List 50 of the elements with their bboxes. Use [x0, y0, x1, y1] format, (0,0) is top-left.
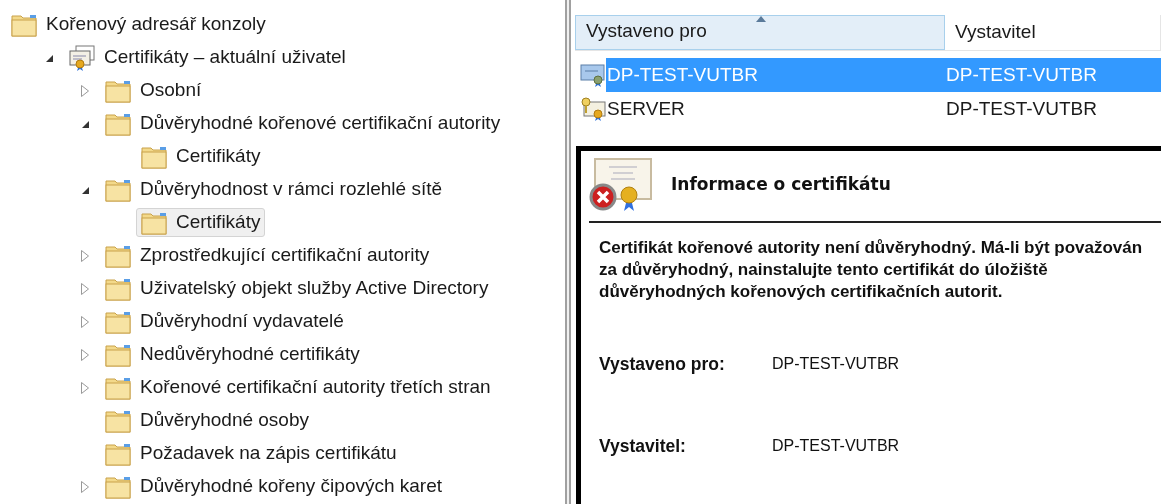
tree-item[interactable]: Důvěryhodné kořenové certifikační autority: [100, 109, 506, 138]
tree-item[interactable]: Důvěryhodní vydavatelé: [100, 307, 349, 336]
certificate-icon: [68, 43, 96, 72]
untrusted-certificate-icon: [589, 157, 653, 213]
expand-arrow-icon[interactable]: [80, 347, 90, 362]
tree-item[interactable]: Certifikáty – aktuální uživatel: [64, 43, 351, 72]
folder-icon: [104, 177, 132, 202]
folder-icon: [10, 12, 38, 37]
tree-item[interactable]: Nedůvěryhodné certifikáty: [100, 340, 365, 369]
folder-icon: [104, 243, 132, 268]
list-row[interactable]: SERVER DP-TEST-VUTBR: [606, 92, 1161, 126]
folder-icon: [104, 408, 132, 433]
folder-icon: [104, 342, 132, 367]
field-value: DP-TEST-VUTBR: [772, 436, 900, 457]
field-label: Vystaveno pro:: [599, 353, 726, 376]
expand-arrow-icon[interactable]: [80, 83, 90, 98]
tree-item[interactable]: Požadavek na zápis certifikátu: [100, 439, 402, 468]
expand-arrow-icon[interactable]: [80, 479, 90, 494]
panel-title: Informace o certifikátu: [671, 173, 891, 197]
folder-icon: [140, 210, 168, 235]
tree-item[interactable]: Kořenové certifikační autority třetích stran: [100, 373, 496, 402]
tree-item[interactable]: Důvěryhodné osoby: [100, 406, 314, 435]
tree-item[interactable]: Zprostředkující certifikační autority: [100, 241, 435, 270]
folder-icon: [104, 375, 132, 400]
column-header[interactable]: Vystavitel: [945, 15, 1161, 50]
expand-arrow-icon[interactable]: [80, 281, 90, 296]
folder-icon: [140, 144, 168, 169]
key-certificate-icon: [580, 96, 606, 122]
tree-item[interactable]: Osobní: [100, 76, 207, 105]
folder-icon: [104, 78, 132, 103]
folder-icon: [104, 474, 132, 499]
folder-icon: [104, 276, 132, 301]
tree-item[interactable]: Důvěryhodnost v rámci rozlehlé sítě: [100, 175, 447, 204]
expand-arrow-icon[interactable]: [80, 314, 90, 329]
certificate-icon: [580, 62, 606, 88]
field-label: Vystavitel:: [599, 435, 687, 459]
column-header[interactable]: Vystaveno pro: [575, 15, 945, 50]
tree-item[interactable]: Uživatelský objekt služby Active Directory: [100, 274, 494, 303]
warning-message: Certifikát kořenové autority není důvěryhodný. Má-li být považován za důvěryhodný, nainstalujte tento certifikát do úložiště důvěryhodných kořenových certifikačních autorit.: [598, 237, 1144, 303]
tree-item[interactable]: Certifikáty: [136, 142, 266, 171]
expand-arrow-icon[interactable]: [80, 380, 90, 395]
folder-icon: [104, 441, 132, 466]
folder-icon: [104, 111, 132, 136]
tree-item[interactable]: Důvěryhodné kořeny čipových karet: [100, 472, 448, 501]
expand-arrow-icon[interactable]: [80, 248, 90, 263]
sort-arrow-icon: [756, 16, 766, 22]
tree-item[interactable]: Kořenový adresář konzoly: [6, 10, 271, 39]
folder-icon: [104, 309, 132, 334]
tree-item[interactable]: Certifikáty: [136, 208, 266, 237]
field-value: DP-TEST-VUTBR: [772, 354, 900, 375]
